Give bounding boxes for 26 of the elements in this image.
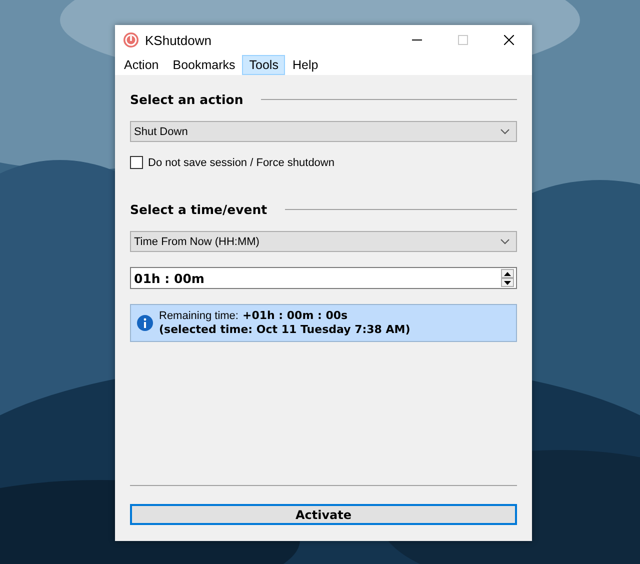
spin-up-button[interactable] [501,269,514,278]
dropdown[interactable]: Shut Down [130,121,517,142]
checkbox-label: Do not save session / Force shutdown [148,156,334,168]
window-title: KShutdown [145,32,212,48]
time-field[interactable]: 01h : 00m [130,267,517,289]
info-icon [137,315,153,331]
info-label: Remaining time: [159,310,238,322]
menu-item[interactable]: Tools [242,55,286,75]
caret-up-icon [504,272,511,276]
chevron-down-icon [500,128,510,135]
power-icon [123,32,139,48]
checkbox[interactable] [130,156,143,169]
section-title: Select a time/event [130,202,268,216]
dropdown[interactable]: Time From Now (HH:MM) [130,231,517,252]
menu-item[interactable]: Help [285,55,326,75]
section-title: Select an action [130,92,244,106]
spin-down-button[interactable] [501,278,514,287]
menu-item[interactable]: Action [117,55,166,75]
close-icon [504,35,514,45]
caret-down-icon [504,280,511,284]
chevron-down-icon [500,238,510,245]
remaining-time: +01h : 00m : 00s [242,309,348,322]
activate-button[interactable]: Activate [130,504,517,525]
selected-time: (selected time: Oct 11 Tuesday 7:38 AM) [159,323,410,337]
menu-item[interactable]: Bookmarks [166,55,242,75]
maximize-icon [458,35,468,45]
